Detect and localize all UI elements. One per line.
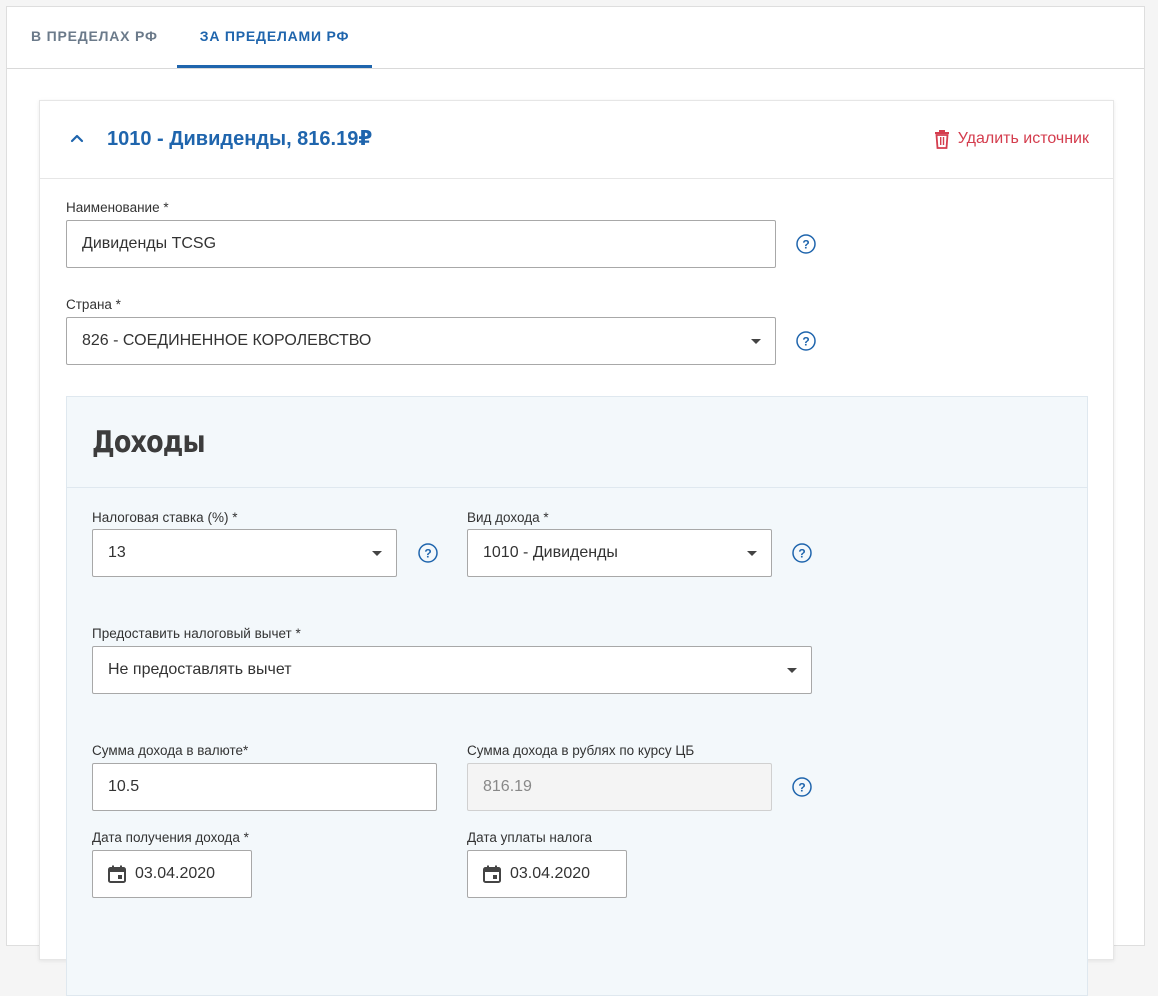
income-type-select[interactable]: 1010 - Дивиденды xyxy=(467,529,772,577)
tax-date-picker[interactable]: 03.04.2020 xyxy=(467,850,627,898)
help-icon[interactable]: ? xyxy=(796,234,816,254)
calendar-icon xyxy=(108,865,126,883)
tax-date-label: Дата уплаты налога xyxy=(467,830,593,845)
country-select[interactable]: 826 - СОЕДИНЕННОЕ КОРОЛЕВСТВО xyxy=(66,317,776,365)
income-date-value: 03.04.2020 xyxy=(135,865,216,882)
income-date-label: Дата получения дохода * xyxy=(92,830,249,845)
income-source-card: 1010 - Дивиденды, 816.19₽ Удалить источн… xyxy=(39,100,1114,996)
amount-rub-input xyxy=(467,763,772,811)
deduction-select[interactable]: Не предоставлять вычет xyxy=(92,646,812,694)
tax-date-value: 03.04.2020 xyxy=(510,865,591,882)
income-type-value: 1010 - Дивиденды xyxy=(483,544,618,561)
tax-rate-select[interactable]: 13 xyxy=(92,529,397,577)
country-label: Страна * xyxy=(66,297,121,312)
income-date-picker[interactable]: 03.04.2020 xyxy=(92,850,252,898)
help-icon[interactable]: ? xyxy=(792,543,812,563)
page-container: В ПРЕДЕЛАХ РФ ЗА ПРЕДЕЛАМИ РФ 1010 - Див… xyxy=(6,6,1145,996)
deduction-label: Предоставить налоговый вычет * xyxy=(92,626,301,641)
income-header: Доходы xyxy=(67,397,1087,488)
dropdown-caret-icon xyxy=(787,668,797,673)
help-icon[interactable]: ? xyxy=(792,777,812,797)
trash-icon xyxy=(934,130,949,149)
help-icon[interactable]: ? xyxy=(796,331,816,351)
tab-bar: В ПРЕДЕЛАХ РФ ЗА ПРЕДЕЛАМИ РФ xyxy=(7,7,1144,69)
deduction-value: Не предоставлять вычет xyxy=(108,661,292,678)
tab-outside-russia[interactable]: ЗА ПРЕДЕЛАМИ РФ xyxy=(177,7,372,68)
delete-source-label: Удалить источник xyxy=(957,130,1089,147)
amount-rub-label: Сумма дохода в рублях по курсу ЦБ xyxy=(467,743,695,758)
income-source-header: 1010 - Дивиденды, 816.19₽ Удалить источн… xyxy=(40,101,1113,179)
tax-rate-value: 13 xyxy=(108,544,126,561)
svg-text:?: ? xyxy=(798,547,805,561)
help-icon[interactable]: ? xyxy=(418,543,438,563)
dropdown-caret-icon xyxy=(372,551,382,556)
svg-text:?: ? xyxy=(802,238,809,252)
chevron-up-icon[interactable] xyxy=(68,129,86,147)
tax-rate-label: Налоговая ставка (%) * xyxy=(92,510,238,525)
income-title: Доходы xyxy=(92,425,206,460)
delete-source-button[interactable]: Удалить источник xyxy=(934,127,1089,151)
income-type-label: Вид дохода * xyxy=(467,510,549,525)
svg-text:?: ? xyxy=(424,547,431,561)
dropdown-caret-icon xyxy=(751,339,761,344)
dropdown-caret-icon xyxy=(747,551,757,556)
name-label: Наименование * xyxy=(66,200,169,215)
income-source-title: 1010 - Дивиденды, 816.19₽ xyxy=(107,128,373,150)
name-input[interactable] xyxy=(66,220,776,268)
amount-currency-input[interactable] xyxy=(92,763,437,811)
income-panel: Доходы Налоговая ставка (%) * 13 ? Вид д… xyxy=(66,396,1088,996)
calendar-icon xyxy=(483,865,501,883)
country-value: 826 - СОЕДИНЕННОЕ КОРОЛЕВСТВО xyxy=(82,332,372,349)
tab-within-russia[interactable]: В ПРЕДЕЛАХ РФ xyxy=(31,7,158,68)
svg-text:?: ? xyxy=(798,781,805,795)
svg-text:?: ? xyxy=(802,335,809,349)
amount-currency-label: Сумма дохода в валюте* xyxy=(92,743,249,758)
